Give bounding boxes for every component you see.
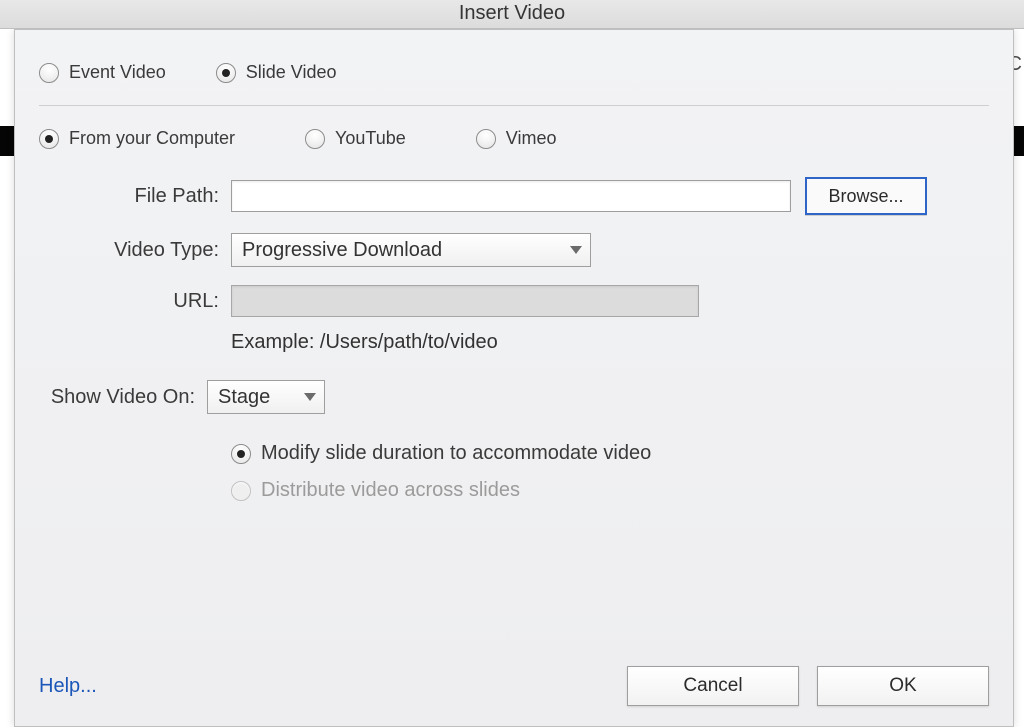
duration-group: Modify slide duration to accommodate vid… [231,442,989,502]
url-label: URL: [39,290,231,313]
radio-icon [216,63,236,83]
radio-icon [231,444,251,464]
video-type-select[interactable]: Progressive Download [231,233,591,267]
radio-icon [231,481,251,501]
radio-icon [39,63,59,83]
file-path-input[interactable] [231,180,791,212]
chevron-down-icon [304,393,316,401]
select-value: Progressive Download [242,239,442,262]
video-type-label: Video Type: [39,239,231,262]
dialog-title: Insert Video [459,2,565,24]
show-on-label: Show Video On: [39,386,207,409]
radio-distribute-slides: Distribute video across slides [231,479,989,502]
radio-modify-duration[interactable]: Modify slide duration to accommodate vid… [231,442,989,465]
ok-button[interactable]: OK [817,666,989,706]
radio-slide-video[interactable]: Slide Video [216,62,337,83]
radio-icon [305,129,325,149]
video-mode-group: Event Video Slide Video [15,30,1013,105]
radio-youtube[interactable]: YouTube [305,128,406,149]
radio-from-computer[interactable]: From your Computer [39,128,235,149]
radio-label: Event Video [69,62,166,83]
help-link[interactable]: Help... [39,675,97,698]
show-on-select[interactable]: Stage [207,380,325,414]
select-value: Stage [218,386,270,409]
insert-video-dialog: Event Video Slide Video From your Comput… [14,29,1014,727]
dialog-titlebar: Insert Video [0,0,1024,29]
radio-event-video[interactable]: Event Video [39,62,166,83]
radio-label: Vimeo [506,128,557,149]
radio-label: Modify slide duration to accommodate vid… [261,442,651,465]
url-input [231,285,699,317]
radio-label: From your Computer [69,128,235,149]
dialog-footer: Help... Cancel OK [15,666,1013,706]
url-example-text: Example: /Users/path/to/video [231,331,989,354]
browse-button[interactable]: Browse... [805,177,927,215]
radio-label: YouTube [335,128,406,149]
radio-label: Distribute video across slides [261,479,520,502]
source-group: From your Computer YouTube Vimeo [15,106,1013,159]
radio-label: Slide Video [246,62,337,83]
form-grid: File Path: Browse... Video Type: Progres… [15,177,1013,502]
radio-icon [39,129,59,149]
chevron-down-icon [570,246,582,254]
radio-icon [476,129,496,149]
cancel-button[interactable]: Cancel [627,666,799,706]
radio-vimeo[interactable]: Vimeo [476,128,557,149]
file-path-label: File Path: [39,185,231,208]
